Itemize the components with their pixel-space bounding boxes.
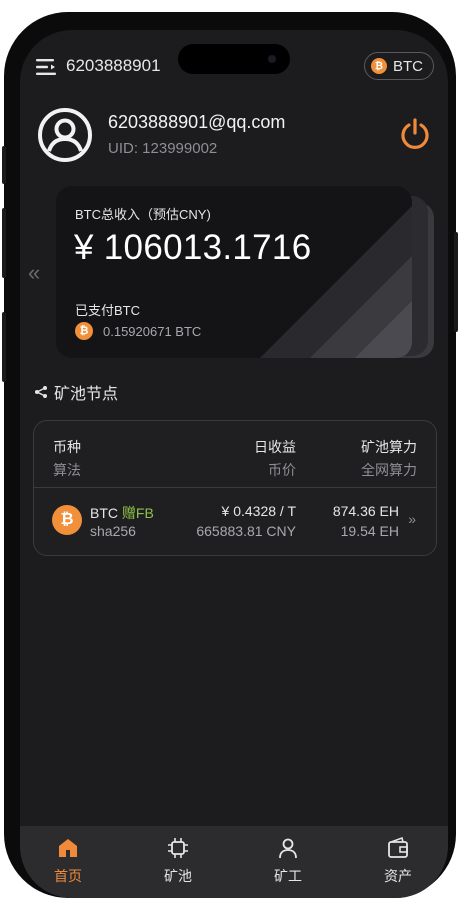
header-coin-cell: 币种 算法 <box>53 437 81 480</box>
tab-label-home: 首页 <box>54 868 82 884</box>
tab-home[interactable]: 首页 <box>28 836 108 886</box>
wallet-icon <box>388 836 408 858</box>
row-coin-name: BTC 赠FB <box>90 503 154 523</box>
row-network-hashrate: 19.54 EH <box>340 523 399 539</box>
phone-frame: 6203888901 ₿ BTC 6203888901@qq.com UID: … <box>2 12 458 898</box>
top-bar: 6203888901 ₿ BTC <box>20 30 448 90</box>
earnings-card[interactable]: BTC总收入（预估CNY) ¥ 106013.1716 已支付BTC ₿ 0.1… <box>56 186 412 358</box>
paid-row: ₿ 0.15920671 BTC <box>75 322 201 340</box>
header-network-hashrate: 全网算力 <box>361 462 417 478</box>
account-id-title: 6203888901 <box>66 56 161 75</box>
tab-pool[interactable]: 矿池 <box>138 836 218 886</box>
row-coin-price: 665883.81 CNY <box>196 523 296 539</box>
header-coin: 币种 <box>53 439 81 455</box>
side-button-left-2 <box>2 208 6 278</box>
tab-label-assets: 资产 <box>384 868 412 884</box>
tab-miner[interactable]: 矿工 <box>248 836 328 886</box>
row-algorithm: sha256 <box>90 523 136 539</box>
paid-value: 0.15920671 BTC <box>103 323 202 339</box>
power-icon[interactable] <box>400 118 430 150</box>
header-pool-hashrate: 矿池算力 <box>361 439 417 455</box>
app-screen: 6203888901 ₿ BTC 6203888901@qq.com UID: … <box>20 30 448 898</box>
card-decoration <box>260 206 412 358</box>
row-bonus: 赠FB <box>121 505 154 521</box>
chip-icon <box>168 838 188 858</box>
row-daily-income: ¥ 0.4328 / T <box>221 503 296 519</box>
paid-label: 已支付BTC <box>75 303 141 318</box>
bottom-tab-bar: 首页 矿池 矿工 资产 <box>20 826 448 898</box>
person-icon <box>279 838 297 859</box>
earnings-amount: ¥ 106013.1716 <box>74 228 312 267</box>
section-header: 矿池节点 <box>34 380 118 404</box>
header-coin-price: 币价 <box>268 462 296 478</box>
user-uid: UID: 123999002 <box>108 140 218 157</box>
bitcoin-icon: ₿ <box>52 505 82 535</box>
share-nodes-icon <box>35 386 47 398</box>
row-pool-hashrate: 874.36 EH <box>332 503 399 519</box>
coin-selector-label: BTC <box>393 57 423 75</box>
user-email: 6203888901@qq.com <box>108 112 286 132</box>
menu-icon[interactable] <box>36 58 58 76</box>
header-income-cell: 日收益 币价 <box>254 437 296 480</box>
header-algorithm: 算法 <box>53 462 81 478</box>
coin-selector[interactable]: ₿ BTC <box>364 52 434 80</box>
user-info: 6203888901@qq.com UID: 123999002 <box>38 106 430 166</box>
tab-assets[interactable]: 资产 <box>358 836 438 886</box>
avatar-icon[interactable] <box>38 108 92 162</box>
header-hashrate-cell: 矿池算力 全网算力 <box>361 437 417 480</box>
earnings-label: BTC总收入（预估CNY) <box>75 207 211 222</box>
side-button-right <box>454 232 458 332</box>
tab-label-miner: 矿工 <box>274 868 302 884</box>
pool-table: 币种 算法 日收益 币价 矿池算力 全网算力 ₿ BTC 赠FB sha256 … <box>33 420 437 556</box>
chevron-right-icon: » <box>408 511 416 527</box>
side-button-left-1 <box>2 146 6 184</box>
bitcoin-icon: ₿ <box>371 58 387 74</box>
header-daily-income: 日收益 <box>254 439 296 455</box>
pool-table-header: 币种 算法 日收益 币价 矿池算力 全网算力 <box>34 421 436 488</box>
home-icon <box>59 839 77 857</box>
bitcoin-icon: ₿ <box>75 322 93 340</box>
tab-label-pool: 矿池 <box>164 868 192 884</box>
section-title: 矿池节点 <box>54 386 119 403</box>
carousel-prev-icon[interactable]: « <box>28 260 40 286</box>
side-button-left-3 <box>2 312 6 382</box>
row-coin: BTC <box>90 505 118 521</box>
